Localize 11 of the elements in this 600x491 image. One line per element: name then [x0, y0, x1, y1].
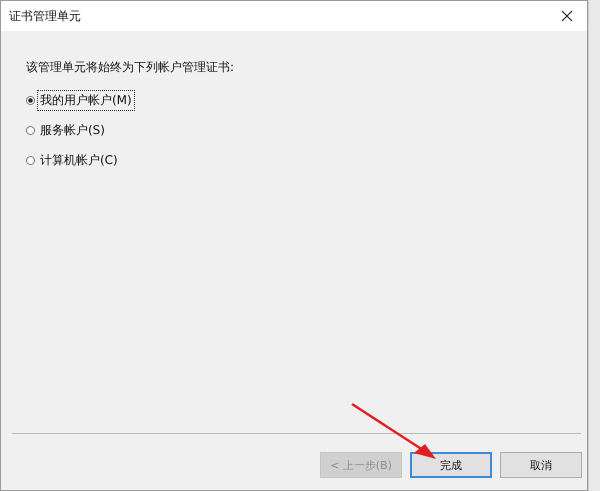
radio-label[interactable]: 服务帐户(S) — [37, 120, 108, 141]
radio-label[interactable]: 计算机帐户(C) — [37, 150, 121, 171]
cancel-button[interactable]: 取消 — [500, 452, 582, 478]
finish-button[interactable]: 完成 — [410, 452, 492, 478]
radio-label[interactable]: 我的用户帐户(M) — [37, 90, 135, 111]
radio-button[interactable] — [26, 126, 35, 135]
prompt-text: 该管理单元将始终为下列帐户管理证书: — [26, 59, 234, 76]
radio-button[interactable] — [26, 156, 35, 165]
radio-button[interactable] — [26, 96, 35, 105]
window-title: 证书管理单元 — [9, 8, 81, 24]
close-icon[interactable] — [561, 10, 573, 22]
